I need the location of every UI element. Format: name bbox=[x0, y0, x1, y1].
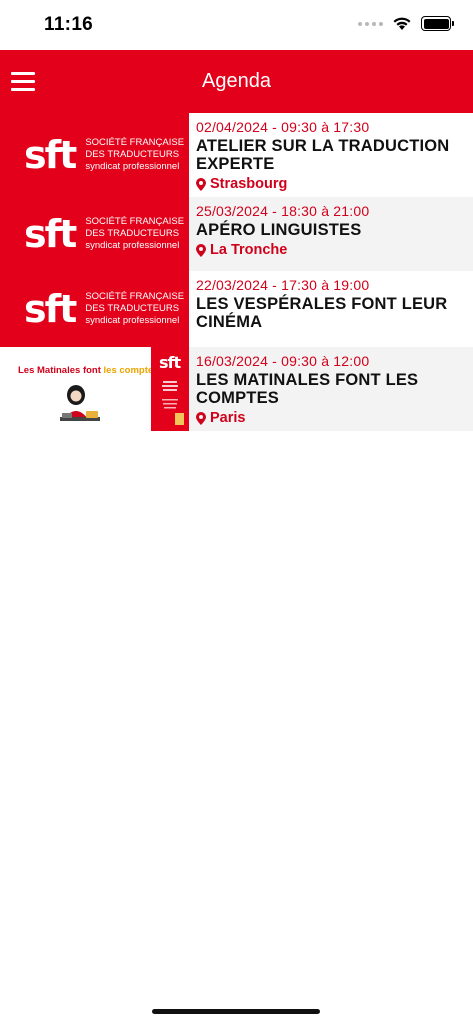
location-pin-icon bbox=[196, 411, 206, 425]
page-title: Agenda bbox=[202, 70, 271, 92]
event-title: ATELIER SUR LA TRADUCTION EXPERTE bbox=[196, 137, 450, 173]
wifi-icon bbox=[393, 17, 411, 30]
event-info: 02/04/2024 - 09:30 à 17:30 ATELIER SUR L… bbox=[189, 113, 473, 197]
poster-details bbox=[162, 381, 184, 425]
event-title: LES MATINALES FONT LES COMPTES bbox=[196, 371, 419, 407]
poster-side-panel: sft bbox=[151, 347, 189, 431]
sft-logo: sft SOCIÉTÉ FRANÇAISE DES TRADUCTEURS sy… bbox=[24, 215, 184, 253]
logo-mark: sft bbox=[24, 287, 77, 331]
poster-illustration bbox=[60, 385, 100, 421]
event-date: 02/04/2024 - 09:30 à 17:30 bbox=[196, 119, 370, 135]
event-thumbnail: sft SOCIÉTÉ FRANÇAISE DES TRADUCTEURS sy… bbox=[0, 197, 189, 271]
event-poster: Les Matinales font les comptes ! sft bbox=[0, 347, 189, 431]
event-row[interactable]: sft SOCIÉTÉ FRANÇAISE DES TRADUCTEURS sy… bbox=[0, 271, 473, 347]
logo-text: SOCIÉTÉ FRANÇAISE DES TRADUCTEURS syndic… bbox=[85, 216, 185, 251]
event-info: 25/03/2024 - 18:30 à 21:00 APÉRO LINGUIS… bbox=[189, 197, 473, 271]
event-location-label: Strasbourg bbox=[210, 176, 288, 192]
logo-mark: sft bbox=[24, 212, 77, 256]
event-row[interactable]: Les Matinales font les comptes ! sft bbox=[0, 347, 473, 431]
location-pin-icon bbox=[196, 243, 206, 257]
event-location: Paris bbox=[196, 410, 466, 426]
poster-image: Les Matinales font les comptes ! bbox=[0, 347, 151, 431]
nav-bar: Agenda bbox=[0, 50, 473, 113]
status-icons bbox=[358, 16, 454, 31]
event-title: APÉRO LINGUISTES bbox=[196, 221, 362, 239]
battery-icon bbox=[421, 16, 454, 31]
event-title: LES VESPÉRALES FONT LEUR CINÉMA bbox=[196, 295, 448, 331]
event-date: 16/03/2024 - 09:30 à 12:00 bbox=[196, 353, 370, 369]
event-info: 16/03/2024 - 09:30 à 12:00 LES MATINALES… bbox=[189, 347, 473, 431]
event-date: 25/03/2024 - 18:30 à 21:00 bbox=[196, 203, 370, 219]
home-indicator[interactable] bbox=[152, 1009, 320, 1014]
event-location: Strasbourg bbox=[196, 176, 466, 192]
event-thumbnail: sft SOCIÉTÉ FRANÇAISE DES TRADUCTEURS sy… bbox=[0, 271, 189, 347]
event-date: 22/03/2024 - 17:30 à 19:00 bbox=[196, 277, 370, 293]
event-row[interactable]: sft SOCIÉTÉ FRANÇAISE DES TRADUCTEURS sy… bbox=[0, 113, 473, 197]
event-location: La Tronche bbox=[196, 242, 466, 258]
event-list: sft SOCIÉTÉ FRANÇAISE DES TRADUCTEURS sy… bbox=[0, 113, 473, 431]
event-location-label: La Tronche bbox=[210, 242, 288, 258]
sft-logo: sft SOCIÉTÉ FRANÇAISE DES TRADUCTEURS sy… bbox=[24, 290, 184, 328]
event-location-label: Paris bbox=[210, 410, 246, 426]
event-info: 22/03/2024 - 17:30 à 19:00 LES VESPÉRALE… bbox=[189, 271, 473, 347]
cellular-signal-icon bbox=[358, 21, 383, 26]
status-bar: 11:16 bbox=[0, 0, 473, 50]
logo-mark: sft bbox=[24, 133, 77, 177]
location-pin-icon bbox=[196, 177, 206, 191]
logo-text: SOCIÉTÉ FRANÇAISE DES TRADUCTEURS syndic… bbox=[85, 137, 185, 172]
logo-text: SOCIÉTÉ FRANÇAISE DES TRADUCTEURS syndic… bbox=[85, 291, 185, 326]
status-time: 11:16 bbox=[44, 14, 94, 35]
sft-logo: sft SOCIÉTÉ FRANÇAISE DES TRADUCTEURS sy… bbox=[24, 136, 184, 174]
event-thumbnail: sft SOCIÉTÉ FRANÇAISE DES TRADUCTEURS sy… bbox=[0, 113, 189, 197]
event-row[interactable]: sft SOCIÉTÉ FRANÇAISE DES TRADUCTEURS sy… bbox=[0, 197, 473, 271]
